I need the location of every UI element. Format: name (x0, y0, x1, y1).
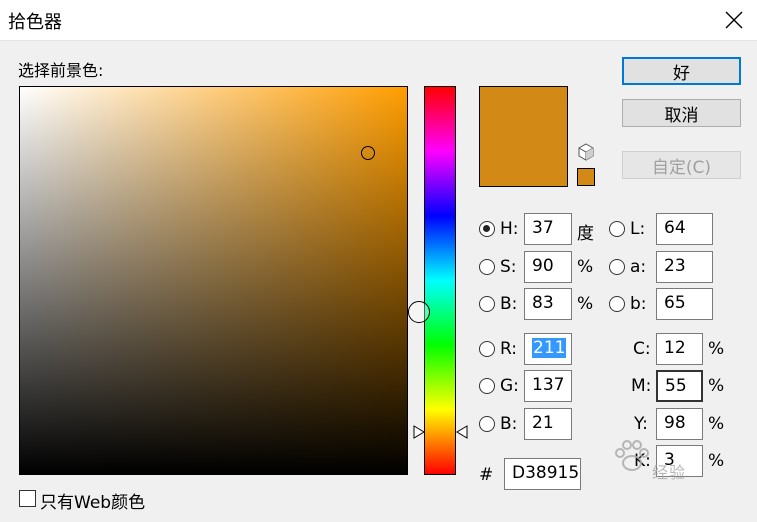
web-safe-swatch[interactable] (577, 168, 595, 186)
s-unit: % (577, 257, 594, 277)
c-label: C: (633, 339, 651, 359)
brightness-label: B: (500, 294, 518, 314)
blue-input[interactable]: 21 (524, 408, 572, 440)
radio-a[interactable] (609, 259, 625, 275)
r-value-selected: 211 (532, 338, 567, 358)
lab-b-input[interactable]: 65 (656, 288, 713, 320)
close-button[interactable] (711, 0, 757, 40)
s-label: S: (500, 257, 517, 277)
radio-l[interactable] (609, 221, 625, 237)
web-only-label: 只有Web颜色 (40, 493, 146, 513)
brightness-unit: % (577, 294, 594, 314)
brightness-input[interactable]: 83 (524, 288, 572, 320)
color-field[interactable] (19, 86, 408, 475)
c-unit: % (708, 339, 725, 359)
l-input[interactable]: 64 (656, 213, 713, 245)
color-field-cursor[interactable] (361, 146, 375, 160)
r-label: R: (500, 339, 518, 359)
m-label: M: (631, 376, 652, 396)
s-input[interactable]: 90 (524, 251, 572, 283)
close-icon (725, 11, 743, 29)
radio-h[interactable] (479, 221, 495, 237)
lab-b-label: b: (630, 294, 647, 314)
radio-r[interactable] (479, 341, 495, 357)
l-label: L: (630, 219, 646, 239)
g-input[interactable]: 137 (524, 370, 572, 402)
blue-label: B: (500, 414, 518, 434)
paw-icon (615, 440, 649, 471)
y-input[interactable]: 98 (656, 408, 703, 440)
r-input[interactable]: 211 (524, 333, 572, 365)
a-label: a: (630, 257, 647, 277)
hex-label: # (479, 465, 494, 485)
hue-slider-left-arrow-icon[interactable] (413, 425, 425, 439)
cube-icon[interactable] (577, 143, 595, 161)
watermark: 经验 (612, 437, 732, 489)
radio-brightness[interactable] (479, 296, 495, 312)
y-unit: % (708, 414, 725, 434)
cancel-button[interactable]: 取消 (622, 99, 741, 127)
radio-lab-b[interactable] (609, 296, 625, 312)
radio-g[interactable] (479, 378, 495, 394)
h-label: H: (500, 219, 519, 239)
window-title: 拾色器 (8, 12, 62, 33)
g-label: G: (500, 376, 519, 396)
radio-s[interactable] (479, 259, 495, 275)
hue-slider-right-arrow-icon[interactable] (456, 425, 468, 439)
picker-label: 选择前景色: (18, 61, 104, 80)
m-input[interactable]: 55 (656, 370, 703, 402)
web-only-checkbox[interactable] (19, 490, 36, 507)
h-unit: 度 (577, 224, 594, 244)
watermark-text: 经验 (652, 463, 687, 482)
ok-button[interactable]: 好 (622, 57, 741, 85)
c-input[interactable]: 12 (656, 333, 703, 365)
h-input[interactable]: 37 (524, 213, 572, 245)
hex-input[interactable]: D38915 (504, 458, 581, 490)
y-label: Y: (634, 414, 648, 434)
custom-colors-button[interactable]: 自定(C) (622, 151, 741, 179)
hue-slider[interactable] (424, 86, 456, 475)
hue-cursor-circle (408, 301, 430, 323)
color-preview-swatch (479, 86, 568, 187)
title-bar: 拾色器 (0, 0, 757, 41)
m-unit: % (708, 376, 725, 396)
radio-blue[interactable] (479, 416, 495, 432)
a-input[interactable]: 23 (656, 251, 713, 283)
